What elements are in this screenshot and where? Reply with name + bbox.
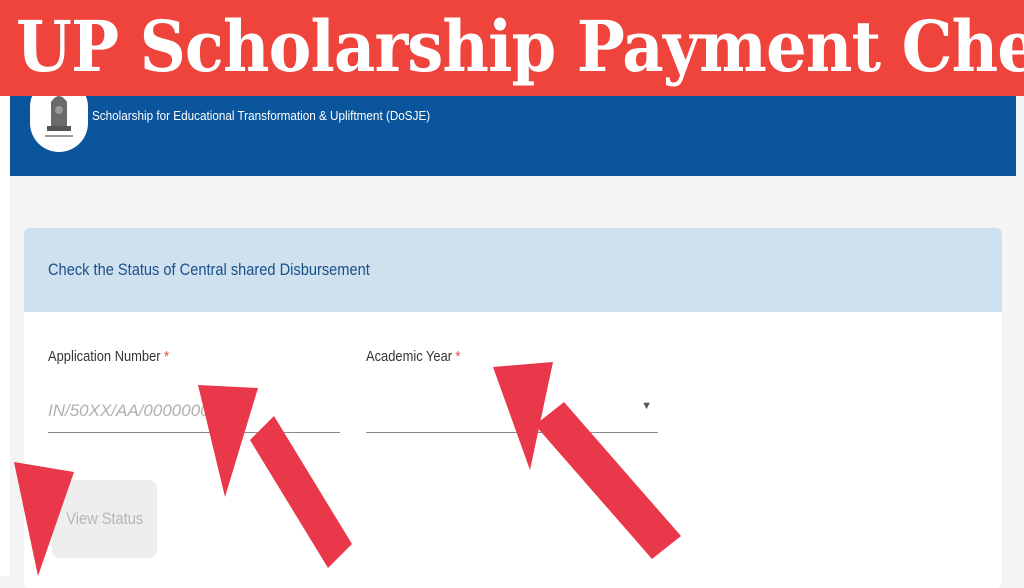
dropdown-arrow-icon: ▼ [641, 400, 652, 412]
application-number-input[interactable] [48, 390, 340, 433]
application-number-label-text: Application Number [48, 348, 161, 365]
site-subtitle: Scholarship for Educational Transformati… [92, 108, 431, 123]
banner-title: UP Scholarship Payment Check [16, 5, 1024, 88]
card-header: Check the Status of Central shared Disbu… [24, 228, 1002, 312]
academic-year-label-text: Academic Year [366, 348, 453, 365]
required-marker: * [164, 348, 170, 365]
view-status-button[interactable]: View Status [52, 480, 157, 558]
status-form-card: Check the Status of Central shared Disbu… [24, 228, 1002, 588]
academic-year-label: Academic Year * [366, 348, 461, 365]
view-status-label: View Status [66, 509, 143, 528]
card-title: Check the Status of Central shared Disbu… [48, 260, 370, 279]
academic-year-select[interactable]: ▼ [366, 390, 658, 433]
title-banner: UP Scholarship Payment Check [0, 0, 1024, 96]
required-marker: * [455, 348, 461, 365]
application-number-label: Application Number * [48, 348, 169, 365]
